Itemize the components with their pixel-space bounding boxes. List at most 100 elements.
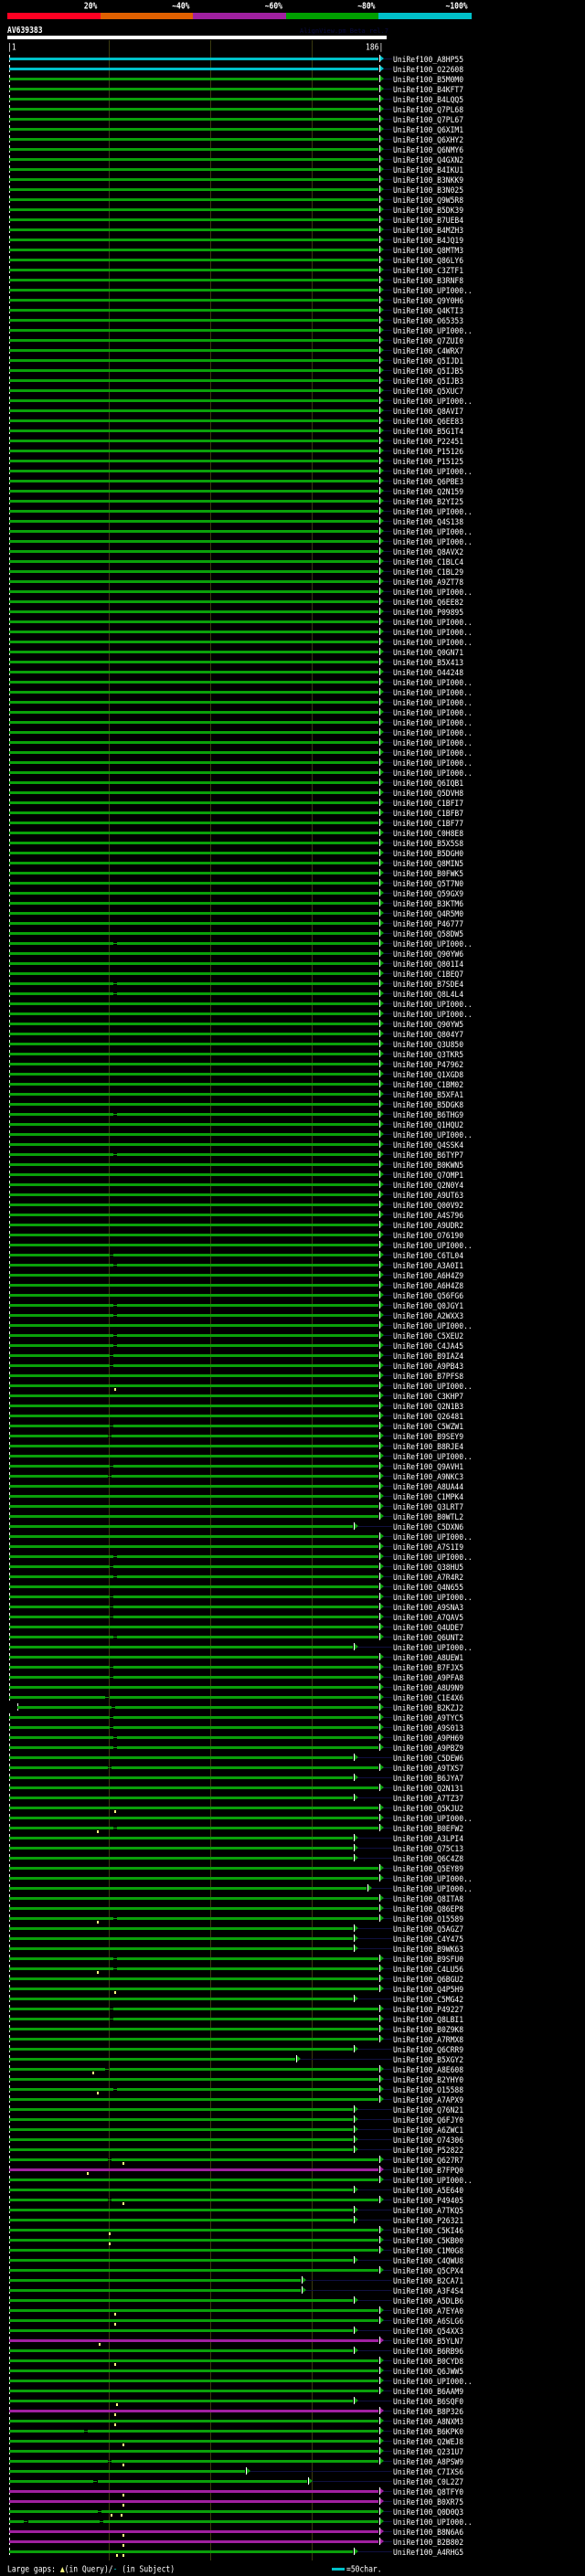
hit-label[interactable]: UniRef100_Q6FJY0 bbox=[393, 2115, 463, 2125]
hit-row[interactable]: UniRef100_Q0GN71 bbox=[0, 648, 585, 658]
hit-label[interactable]: UniRef100_UPI000.. bbox=[393, 1593, 473, 1602]
hit-label[interactable]: UniRef100_B6RB96 bbox=[393, 2347, 463, 2356]
hit-row[interactable]: UniRef100_B8N6A6 bbox=[0, 2528, 585, 2538]
hit-label[interactable]: UniRef100_UPI000.. bbox=[393, 588, 473, 597]
hit-label[interactable]: UniRef100_Q86LY6 bbox=[393, 256, 463, 265]
hit-label[interactable]: UniRef100_A9PFA8 bbox=[393, 1673, 463, 1682]
hit-row[interactable]: UniRef100_B5G1T4 bbox=[0, 427, 585, 437]
hit-label[interactable]: UniRef100_Q2N1B3 bbox=[393, 1402, 463, 1411]
hit-row[interactable]: UniRef100_O15588 bbox=[0, 2085, 585, 2095]
hit-label[interactable]: UniRef100_B9SEY9 bbox=[393, 1432, 463, 1441]
hit-row[interactable]: UniRef100_Q7PL67 bbox=[0, 115, 585, 125]
hit-row[interactable]: UniRef100_A8UEW1 bbox=[0, 1653, 585, 1663]
hit-label[interactable]: UniRef100_UPI000.. bbox=[393, 286, 473, 295]
hit-row[interactable]: UniRef100_Q6UNT2 bbox=[0, 1633, 585, 1643]
hit-row[interactable]: UniRef100_Q0JGY1 bbox=[0, 1301, 585, 1311]
hit-row[interactable]: UniRef100_C5KI46 bbox=[0, 2226, 585, 2236]
hit-row[interactable]: UniRef100_Q86LY6 bbox=[0, 256, 585, 266]
hit-label[interactable]: UniRef100_B6TYP7 bbox=[393, 1150, 463, 1160]
hit-label[interactable]: UniRef100_A9SNA3 bbox=[393, 1603, 463, 1612]
hit-row[interactable]: UniRef100_A5DLB6 bbox=[0, 2296, 585, 2306]
hit-label[interactable]: UniRef100_C1BF77 bbox=[393, 819, 463, 828]
hit-label[interactable]: UniRef100_B3N025 bbox=[393, 186, 463, 195]
hit-row[interactable]: UniRef100_Q9Y0H6 bbox=[0, 296, 585, 306]
hit-row[interactable]: UniRef100_Q7ZUI0 bbox=[0, 336, 585, 346]
hit-label[interactable]: UniRef100_P52822 bbox=[393, 2146, 463, 2155]
hit-label[interactable]: UniRef100_Q4KTI3 bbox=[393, 306, 463, 315]
hit-label[interactable]: UniRef100_Q5IJB5 bbox=[393, 366, 463, 376]
hit-row[interactable]: UniRef100_A8NXM3 bbox=[0, 2417, 585, 2427]
hit-row[interactable]: UniRef100_Q7OMP1 bbox=[0, 1171, 585, 1181]
hit-row[interactable]: UniRef100_C5KB00 bbox=[0, 2236, 585, 2246]
hit-row[interactable]: UniRef100_C0H8E8 bbox=[0, 829, 585, 839]
hit-row[interactable]: UniRef100_A8HP55 bbox=[0, 55, 585, 65]
hit-label[interactable]: UniRef100_Q2N159 bbox=[393, 487, 463, 496]
hit-row[interactable]: UniRef100_B2KZJ2 bbox=[0, 1703, 585, 1713]
hit-label[interactable]: UniRef100_A5DLB6 bbox=[393, 2296, 463, 2306]
hit-row[interactable]: UniRef100_Q8LBI1 bbox=[0, 2015, 585, 2025]
hit-label[interactable]: UniRef100_Q58DW5 bbox=[393, 929, 463, 938]
hit-label[interactable]: UniRef100_B5XGY2 bbox=[393, 2055, 463, 2064]
hit-row[interactable]: UniRef100_Q76N21 bbox=[0, 2105, 585, 2115]
hit-label[interactable]: UniRef100_Q86EP8 bbox=[393, 1904, 463, 1913]
hit-label[interactable]: UniRef100_UPI000.. bbox=[393, 1452, 473, 1461]
hit-label[interactable]: UniRef100_Q8LBI1 bbox=[393, 2015, 463, 2024]
hit-row[interactable]: UniRef100_B4IKU1 bbox=[0, 165, 585, 175]
hit-row[interactable]: UniRef100_B5X5S8 bbox=[0, 839, 585, 849]
hit-row[interactable]: UniRef100_UPI000.. bbox=[0, 507, 585, 517]
hit-row[interactable]: UniRef100_UPI000.. bbox=[0, 939, 585, 949]
hit-label[interactable]: UniRef100_UPI000.. bbox=[393, 728, 473, 737]
hit-row[interactable]: UniRef100_B6AAM9 bbox=[0, 2387, 585, 2397]
hit-row[interactable]: UniRef100_Q804Y7 bbox=[0, 1030, 585, 1040]
hit-row[interactable]: UniRef100_Q5EY89 bbox=[0, 1864, 585, 1874]
hit-label[interactable]: UniRef100_A9PH69 bbox=[393, 1733, 463, 1743]
hit-row[interactable]: UniRef100_Q9AVH1 bbox=[0, 1462, 585, 1472]
hit-label[interactable]: UniRef100_O15589 bbox=[393, 1914, 463, 1924]
hit-label[interactable]: UniRef100_UPI000.. bbox=[393, 1874, 473, 1883]
hit-row[interactable]: UniRef100_O65353 bbox=[0, 316, 585, 326]
hit-label[interactable]: UniRef100_UPI000.. bbox=[393, 1553, 473, 1562]
hit-label[interactable]: UniRef100_C3KHP7 bbox=[393, 1392, 463, 1401]
hit-label[interactable]: UniRef100_C1BL29 bbox=[393, 567, 463, 577]
hit-label[interactable]: UniRef100_C5MG42 bbox=[393, 1995, 463, 2004]
hit-row[interactable]: UniRef100_Q4UDE7 bbox=[0, 1623, 585, 1633]
hit-row[interactable]: UniRef100_B6JYA7 bbox=[0, 1774, 585, 1784]
hit-row[interactable]: UniRef100_Q8TFY0 bbox=[0, 2487, 585, 2497]
hit-row[interactable]: UniRef100_P49227 bbox=[0, 2005, 585, 2015]
hit-label[interactable]: UniRef100_C1BFB7 bbox=[393, 809, 463, 818]
hit-label[interactable]: UniRef100_O74306 bbox=[393, 2136, 463, 2145]
hit-label[interactable]: UniRef100_UPI000.. bbox=[393, 939, 473, 949]
hit-row[interactable]: UniRef100_B6RB96 bbox=[0, 2347, 585, 2357]
hit-row[interactable]: UniRef100_B9SFU0 bbox=[0, 1955, 585, 1965]
hit-row[interactable]: UniRef100_B7UEB4 bbox=[0, 216, 585, 226]
hit-row[interactable]: UniRef100_UPI000.. bbox=[0, 728, 585, 738]
hit-label[interactable]: UniRef100_A9UT63 bbox=[393, 1191, 463, 1200]
hit-row[interactable]: UniRef100_UPI000.. bbox=[0, 527, 585, 537]
hit-label[interactable]: UniRef100_P15126 bbox=[393, 447, 463, 456]
hit-label[interactable]: UniRef100_B0Z9K8 bbox=[393, 2025, 463, 2034]
hit-row[interactable]: UniRef100_Q58DW5 bbox=[0, 929, 585, 939]
hit-label[interactable]: UniRef100_B2B802 bbox=[393, 2538, 463, 2547]
hit-label[interactable]: UniRef100_Q2N131 bbox=[393, 1784, 463, 1793]
hit-label[interactable]: UniRef100_Q4P5H9 bbox=[393, 1985, 463, 1994]
hit-label[interactable]: UniRef100_B2KZJ2 bbox=[393, 1703, 463, 1712]
hit-row[interactable]: UniRef100_C3ZTF1 bbox=[0, 266, 585, 276]
hit-row[interactable]: UniRef100_Q4KTI3 bbox=[0, 306, 585, 316]
hit-label[interactable]: UniRef100_Q8TFY0 bbox=[393, 2487, 463, 2496]
hit-row[interactable]: UniRef100_C1BFB7 bbox=[0, 809, 585, 819]
hit-row[interactable]: UniRef100_B5X413 bbox=[0, 658, 585, 668]
hit-label[interactable]: UniRef100_A7R4R2 bbox=[393, 1573, 463, 1582]
hit-label[interactable]: UniRef100_B5YLN7 bbox=[393, 2337, 463, 2346]
hit-label[interactable]: UniRef100_C5DEW6 bbox=[393, 1754, 463, 1763]
hit-row[interactable]: UniRef100_O76190 bbox=[0, 1231, 585, 1241]
hit-label[interactable]: UniRef100_UPI000.. bbox=[393, 537, 473, 546]
hit-row[interactable]: UniRef100_Q3LRT7 bbox=[0, 1502, 585, 1512]
hit-row[interactable]: UniRef100_Q2N1B3 bbox=[0, 1402, 585, 1412]
hit-row[interactable]: UniRef100_UPI000.. bbox=[0, 1814, 585, 1824]
hit-label[interactable]: UniRef100_Q00V92 bbox=[393, 1201, 463, 1210]
hit-label[interactable]: UniRef100_P46777 bbox=[393, 919, 463, 928]
hit-row[interactable]: UniRef100_C1MPK4 bbox=[0, 1492, 585, 1502]
hit-label[interactable]: UniRef100_UPI000.. bbox=[393, 1382, 473, 1391]
hit-label[interactable]: UniRef100_B5X5S8 bbox=[393, 839, 463, 848]
hit-label[interactable]: UniRef100_A6H4Z8 bbox=[393, 1281, 463, 1290]
